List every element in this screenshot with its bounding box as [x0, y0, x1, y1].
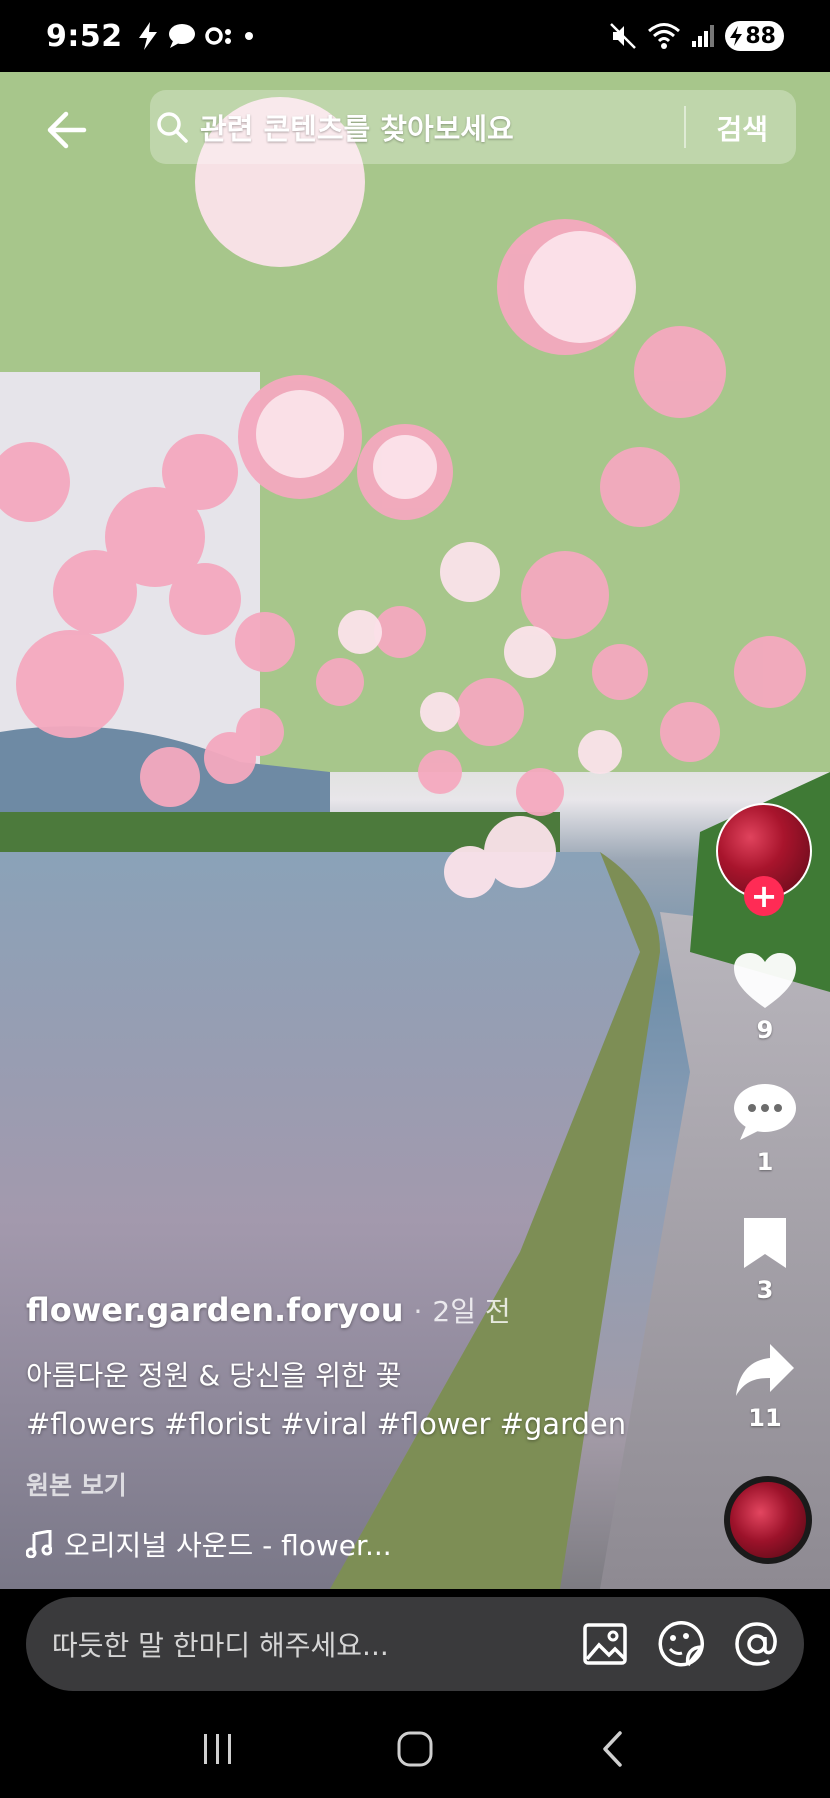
- comment-bubble-icon: [734, 1084, 796, 1140]
- chevron-left-icon: [602, 1730, 622, 1767]
- mute-icon: [610, 23, 637, 49]
- post-description: 아름다운 정원 & 당신을 위한 꽃: [26, 1359, 402, 1392]
- share-button[interactable]: 11: [715, 1342, 815, 1432]
- separator-dot: ·: [413, 1295, 423, 1328]
- battery-level: 88: [745, 23, 776, 49]
- status-time: 9:52: [46, 18, 123, 54]
- heart-icon: [734, 953, 796, 1008]
- bookmark-icon: [744, 1218, 786, 1268]
- battery-indicator: 88: [725, 21, 784, 51]
- mention-button[interactable]: [734, 1621, 780, 1667]
- search-divider: [684, 106, 686, 148]
- like-button[interactable]: 9: [715, 952, 815, 1044]
- back-arrow-icon: [47, 111, 87, 149]
- signal-icon: [692, 25, 715, 47]
- share-count: 11: [748, 1404, 782, 1432]
- caption-header: flower.garden.foryou · 2일 전: [26, 1290, 666, 1330]
- search-input[interactable]: 관련 콘텐츠를 찾아보세요: [200, 106, 514, 148]
- username-link[interactable]: flower.garden.foryou: [26, 1291, 403, 1329]
- comment-input[interactable]: 따듯한 말 한마디 해주세요...: [52, 1624, 389, 1664]
- at-sign-icon: [735, 1622, 777, 1666]
- follow-button[interactable]: +: [744, 876, 784, 916]
- comment-count: 1: [756, 1148, 774, 1176]
- more-dot-icon: [244, 32, 253, 40]
- comment-input-box[interactable]: 따듯한 말 한마디 해주세요...: [26, 1597, 804, 1691]
- link-icon: [204, 27, 231, 45]
- bookmark-count: 3: [756, 1276, 774, 1304]
- view-original-link[interactable]: 원본 보기: [26, 1466, 666, 1502]
- bookmark-button[interactable]: 3: [715, 1216, 815, 1304]
- share-arrow-icon: [736, 1344, 794, 1396]
- comment-tools: [582, 1621, 780, 1667]
- back-button[interactable]: [42, 106, 90, 154]
- status-bar: 9:52 88: [0, 0, 830, 72]
- search-box[interactable]: 관련 콘텐츠를 찾아보세요 검색: [150, 90, 796, 164]
- sound-link[interactable]: 오리지널 사운드 - flower...: [26, 1524, 666, 1564]
- status-notification-icons: [137, 21, 255, 51]
- music-disc[interactable]: [724, 1476, 812, 1564]
- chat-bubble-icon: [168, 24, 195, 48]
- hashtag-list[interactable]: #flowers #florist #viral #flower #garden: [26, 1400, 666, 1448]
- search-submit-button[interactable]: 검색: [716, 108, 768, 148]
- sticker-button[interactable]: [658, 1621, 704, 1667]
- like-count: 9: [756, 1016, 774, 1044]
- wifi-icon: [648, 23, 681, 49]
- comment-button[interactable]: 1: [715, 1082, 815, 1176]
- posted-time: 2일 전: [432, 1295, 511, 1328]
- sticker-icon: [658, 1621, 704, 1667]
- system-nav-bar: [0, 1699, 830, 1798]
- image-icon: [583, 1623, 627, 1665]
- music-note-icon: [26, 1530, 52, 1558]
- post-caption: flower.garden.foryou · 2일 전 아름다운 정원 & 당신…: [26, 1290, 666, 1564]
- sound-name: 오리지널 사운드 - flower...: [64, 1529, 392, 1562]
- nav-back-button[interactable]: [582, 1719, 642, 1779]
- status-system-icons: 88: [609, 21, 784, 51]
- charging-icon: [730, 26, 743, 46]
- home-button[interactable]: [385, 1719, 445, 1779]
- bolt-icon: [138, 22, 157, 50]
- search-icon: [152, 107, 192, 147]
- recent-apps-button[interactable]: [188, 1719, 248, 1779]
- recent-apps-icon: [204, 1733, 232, 1764]
- home-icon: [397, 1731, 433, 1766]
- comment-bar: 따듯한 말 한마디 해주세요...: [0, 1589, 830, 1699]
- image-attach-button[interactable]: [582, 1621, 628, 1667]
